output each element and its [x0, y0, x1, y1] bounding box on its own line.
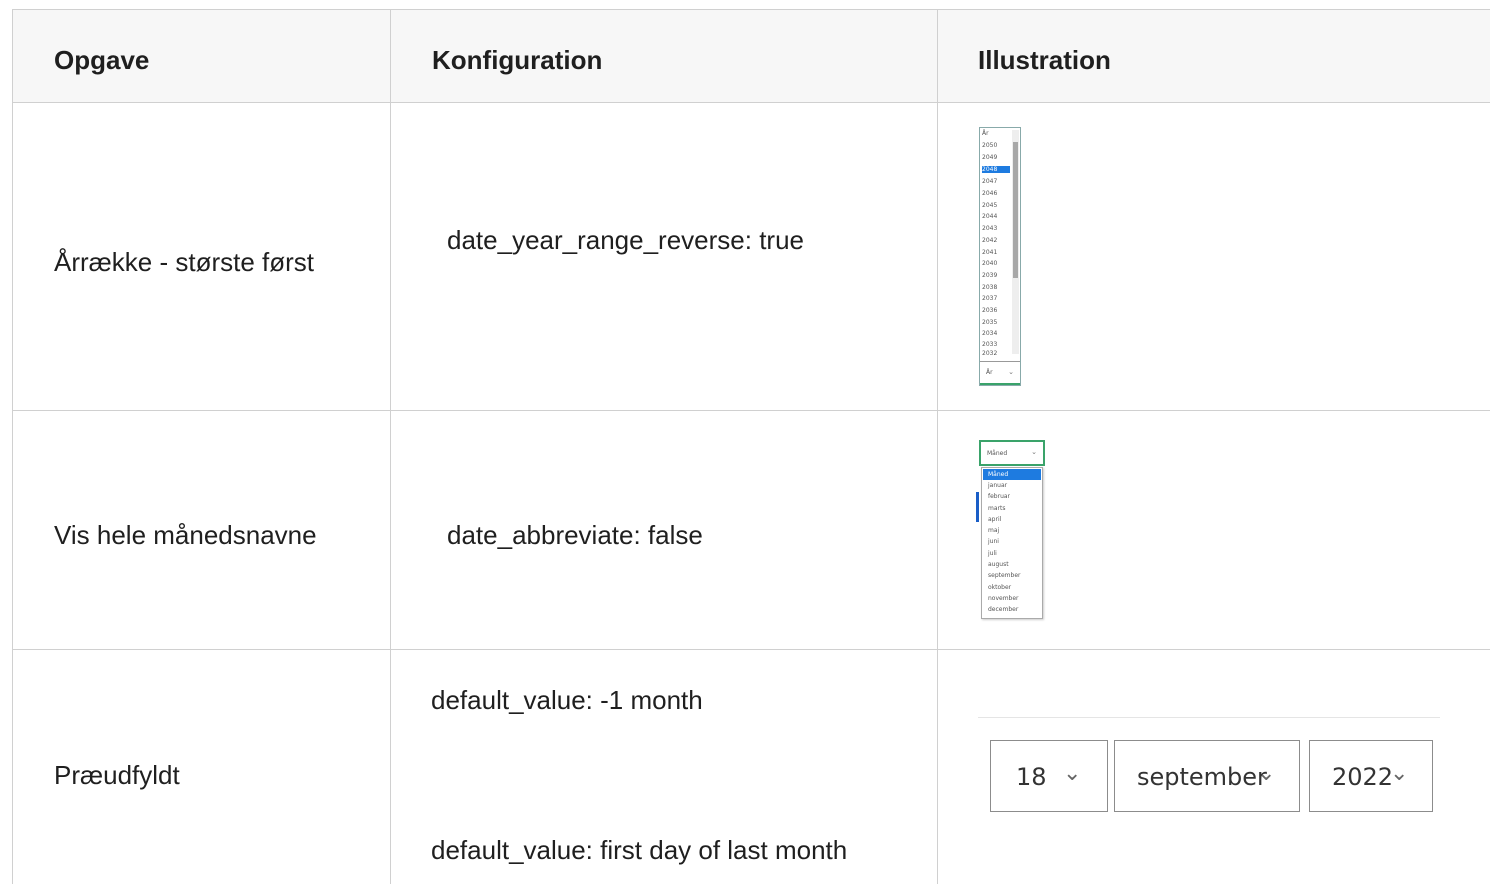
year-option: 2040 — [982, 260, 998, 267]
month-option: december — [988, 606, 1019, 613]
month-option: juni — [988, 538, 999, 545]
year-option: 2032 — [982, 350, 998, 357]
divider — [978, 717, 1440, 718]
month-option-selected: Måned — [983, 469, 1041, 480]
grid-line — [12, 9, 13, 884]
table-header — [12, 9, 1490, 102]
chevron-down-icon: ⌄ — [1031, 449, 1037, 456]
month-select: Måned ⌄ — [979, 440, 1045, 466]
grid-line — [12, 410, 1490, 411]
month-option: marts — [988, 505, 1006, 512]
year-option: 2049 — [982, 154, 998, 161]
year-option: 2033 — [982, 341, 998, 348]
month-option: juli — [988, 550, 997, 557]
chevron-down-icon: ⌄ — [1390, 761, 1409, 786]
year-option: 2034 — [982, 330, 998, 337]
year-option: 2041 — [982, 249, 998, 256]
grid-line — [937, 9, 938, 884]
task-cell: Årrække - største først — [54, 247, 314, 277]
config-cell: default_value: first day of last month — [431, 835, 848, 865]
year-option: 2043 — [982, 225, 998, 232]
month-option: februar — [988, 493, 1011, 500]
year-option: 2036 — [982, 307, 998, 314]
month-option: april — [988, 516, 1002, 523]
year-option: 2050 — [982, 142, 998, 149]
month-option: maj — [988, 527, 1000, 534]
focus-marker — [976, 492, 979, 522]
year-option-selected: 2048 — [982, 166, 1010, 173]
year-dropdown-illustration: År 2050 2049 2048 2047 2046 2045 2044 20… — [979, 127, 1021, 386]
task-cell: Præudfyldt — [54, 760, 180, 790]
header-task: Opgave — [54, 45, 150, 75]
month-dropdown-illustration: Måned januar februar marts april maj jun… — [981, 467, 1043, 619]
year-option: 2044 — [982, 213, 998, 220]
scrollbar-thumb — [1013, 142, 1018, 278]
year-option: 2046 — [982, 190, 998, 197]
day-value: 18 — [1016, 763, 1047, 791]
year-option: 2038 — [982, 284, 998, 291]
year-select-label: År — [986, 369, 993, 376]
task-cell: Vis hele månedsnavne — [54, 520, 317, 550]
chevron-down-icon: ⌄ — [1008, 369, 1014, 376]
month-option: august — [988, 561, 1009, 568]
year-select: År ⌄ — [980, 361, 1020, 385]
grid-line — [390, 9, 391, 884]
month-option: september — [988, 572, 1021, 579]
year-value: 2022 — [1332, 763, 1394, 791]
day-select[interactable]: 18 ⌄ — [990, 740, 1108, 812]
grid-line — [12, 102, 1490, 103]
year-option: År — [982, 130, 989, 137]
grid-line — [12, 649, 1490, 650]
month-select-label: Måned — [987, 450, 1008, 457]
year-option: 2047 — [982, 178, 998, 185]
config-cell: default_value: -1 month — [431, 685, 703, 715]
header-illustration: Illustration — [978, 45, 1111, 75]
year-option: 2045 — [982, 202, 998, 209]
year-option: 2037 — [982, 295, 998, 302]
config-cell: date_year_range_reverse: true — [447, 225, 805, 255]
month-select-prefilled[interactable]: september ⌄ — [1114, 740, 1300, 812]
header-config: Konfiguration — [432, 45, 603, 75]
config-cell: date_abbreviate: false — [447, 520, 703, 550]
chevron-down-icon: ⌄ — [1063, 761, 1082, 786]
year-option: 2039 — [982, 272, 998, 279]
year-option: 2042 — [982, 237, 998, 244]
focus-underline — [980, 383, 1020, 385]
month-option: november — [988, 595, 1019, 602]
year-option: 2035 — [982, 319, 998, 326]
month-option: januar — [988, 482, 1008, 489]
month-value: september — [1137, 763, 1267, 791]
month-option: oktober — [988, 584, 1012, 591]
year-select-prefilled[interactable]: 2022 ⌄ — [1309, 740, 1433, 812]
chevron-down-icon: ⌄ — [1257, 761, 1276, 786]
